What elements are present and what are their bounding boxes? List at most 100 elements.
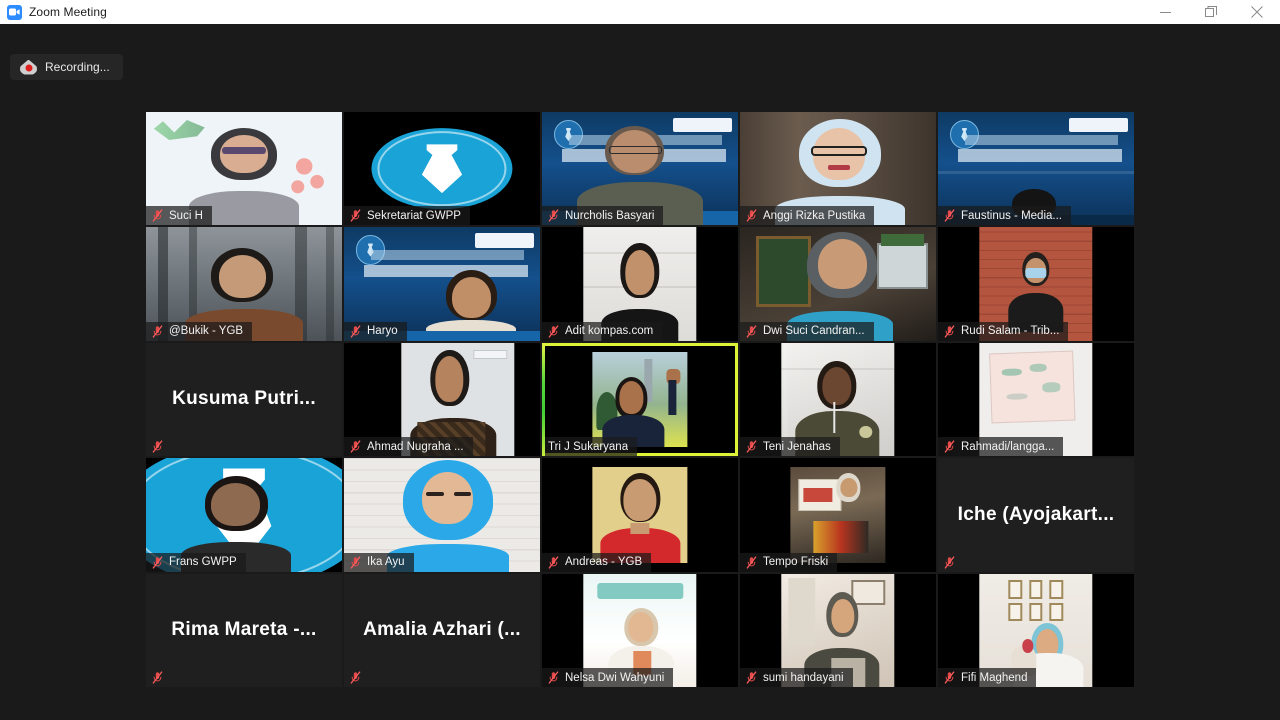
microphone-muted-icon xyxy=(944,209,955,223)
participant-tile[interactable]: Faustinus - Media... xyxy=(938,112,1134,226)
participant-display-name: Amalia Azhari (... xyxy=(363,619,521,641)
minimize-icon[interactable] xyxy=(1142,0,1188,24)
participant-tile[interactable]: Rima Mareta -... xyxy=(146,573,342,687)
microphone-muted-icon xyxy=(152,440,163,453)
participant-namebar: Nurcholis Basyari xyxy=(542,206,664,226)
participant-namebar: sumi handayani xyxy=(740,668,853,687)
participant-name: Ika Ayu xyxy=(367,556,405,569)
participant-tile[interactable]: Rudi Salam - Trib... xyxy=(938,227,1134,341)
participant-namebar xyxy=(344,668,370,687)
participant-namebar: Dwi Suci Candran... xyxy=(740,321,874,341)
participant-namebar: Suci H xyxy=(146,206,212,226)
participant-name: Rahmadi/langga... xyxy=(961,440,1055,453)
participant-name: @Bukik - YGB xyxy=(169,325,244,338)
participant-tile[interactable]: Tempo Friski xyxy=(740,458,936,572)
microphone-muted-icon xyxy=(548,555,559,569)
participant-namebar: Frans GWPP xyxy=(146,552,246,572)
microphone-muted-icon xyxy=(944,440,955,453)
participant-tile[interactable]: Adit kompas.com xyxy=(542,227,738,341)
participant-name: Dwi Suci Candran... xyxy=(763,325,865,338)
microphone-muted-icon xyxy=(548,671,559,684)
microphone-muted-icon xyxy=(152,325,163,338)
participant-tile[interactable]: Iche (Ayojakart... xyxy=(938,458,1134,572)
participant-namebar: Rahmadi/langga... xyxy=(938,437,1064,457)
participant-namebar: Faustinus - Media... xyxy=(938,206,1071,226)
participant-namebar: Sekretariat GWPP xyxy=(344,206,470,226)
window-titlebar: Zoom Meeting xyxy=(0,0,1280,24)
participant-name: Andreas - YGB xyxy=(565,556,643,569)
recording-status-badge[interactable]: Recording... xyxy=(10,54,123,80)
participant-namebar: Nelsa Dwi Wahyuni xyxy=(542,668,674,687)
participant-tile[interactable]: Dwi Suci Candran... xyxy=(740,227,936,341)
recording-cloud-icon xyxy=(20,59,37,75)
participant-namebar: Tempo Friski xyxy=(740,552,838,572)
participant-name: Frans GWPP xyxy=(169,556,237,569)
participant-tile[interactable]: Nelsa Dwi Wahyuni xyxy=(542,573,738,687)
participant-name: Anggi Rizka Pustika xyxy=(763,209,866,222)
recording-label: Recording... xyxy=(45,60,110,74)
participant-name: Rudi Salam - Trib... xyxy=(961,325,1060,338)
microphone-muted-icon xyxy=(350,209,361,223)
participant-display-name: Iche (Ayojakart... xyxy=(957,503,1115,525)
participant-tile[interactable]: Andreas - YGB xyxy=(542,458,738,572)
participant-tile[interactable]: Amalia Azhari (... xyxy=(344,573,540,687)
participant-namebar xyxy=(146,437,172,456)
microphone-muted-icon xyxy=(548,209,559,223)
participant-tile[interactable]: Suci H xyxy=(146,112,342,226)
participant-display-name: Rima Mareta -... xyxy=(171,619,317,641)
participant-namebar: Teni Jenahas xyxy=(740,437,840,457)
participant-tile[interactable]: sumi handayani xyxy=(740,573,936,687)
close-icon[interactable] xyxy=(1234,0,1280,24)
participant-namebar: Anggi Rizka Pustika xyxy=(740,206,875,226)
microphone-muted-icon xyxy=(350,325,361,338)
participant-namebar: Rudi Salam - Trib... xyxy=(938,321,1069,341)
participant-tile[interactable]: Frans GWPP xyxy=(146,458,342,572)
participant-name: Adit kompas.com xyxy=(565,325,654,338)
microphone-muted-icon xyxy=(350,440,361,453)
participant-tile[interactable]: Sekretariat GWPP xyxy=(344,112,540,226)
participant-name: Faustinus - Media... xyxy=(961,209,1062,222)
participant-namebar: Fifi Maghend xyxy=(938,668,1037,687)
restore-icon[interactable] xyxy=(1188,0,1234,24)
microphone-muted-icon xyxy=(350,555,361,569)
microphone-muted-icon xyxy=(746,209,757,223)
participant-namebar xyxy=(146,668,172,687)
participant-tile[interactable]: Nurcholis Basyari xyxy=(542,112,738,226)
participant-namebar: @Bukik - YGB xyxy=(146,321,253,341)
participant-gallery: Suci H Sekretariat GWPP Nurcholis Basyar… xyxy=(146,112,1134,687)
participant-tile[interactable]: Kusuma Putri... xyxy=(146,342,342,457)
participant-namebar: Tri J Sukaryana xyxy=(542,437,638,457)
participant-tile[interactable]: Anggi Rizka Pustika xyxy=(740,112,936,226)
microphone-muted-icon xyxy=(548,325,559,338)
participant-namebar: Andreas - YGB xyxy=(542,552,652,572)
participant-name: Fifi Maghend xyxy=(961,671,1028,684)
microphone-muted-icon xyxy=(944,671,955,684)
participant-name: Tempo Friski xyxy=(763,556,829,569)
participant-name: Teni Jenahas xyxy=(763,440,831,453)
microphone-muted-icon xyxy=(944,555,955,569)
microphone-muted-icon xyxy=(152,671,163,684)
participant-tile[interactable]: Rahmadi/langga... xyxy=(938,342,1134,457)
participant-name: Haryo xyxy=(367,325,398,338)
microphone-muted-icon xyxy=(746,671,757,684)
participant-name: Suci H xyxy=(169,209,203,222)
participant-tile[interactable]: Ika Ayu xyxy=(344,458,540,572)
window-controls xyxy=(1142,0,1280,24)
participant-name: Sekretariat GWPP xyxy=(367,209,461,222)
participant-name: Ahmad Nugraha ... xyxy=(367,440,464,453)
participant-namebar xyxy=(938,553,964,572)
participant-namebar: Adit kompas.com xyxy=(542,321,663,341)
titlebar-left: Zoom Meeting xyxy=(0,4,107,20)
participant-name: sumi handayani xyxy=(763,671,844,684)
participant-tile[interactable]: Fifi Maghend xyxy=(938,573,1134,687)
participant-tile[interactable]: Ahmad Nugraha ... xyxy=(344,342,540,457)
participant-tile[interactable]: Haryo xyxy=(344,227,540,341)
participant-tile[interactable]: @Bukik - YGB xyxy=(146,227,342,341)
participant-name: Tri J Sukaryana xyxy=(548,440,629,453)
participant-tile[interactable]: Teni Jenahas xyxy=(740,342,936,457)
participant-name: Nelsa Dwi Wahyuni xyxy=(565,671,665,684)
participant-namebar: Ahmad Nugraha ... xyxy=(344,437,473,457)
participant-tile-active-speaker[interactable]: Tri J Sukaryana xyxy=(542,342,738,457)
participant-namebar: Ika Ayu xyxy=(344,552,414,572)
zoom-camera-icon xyxy=(7,4,22,20)
